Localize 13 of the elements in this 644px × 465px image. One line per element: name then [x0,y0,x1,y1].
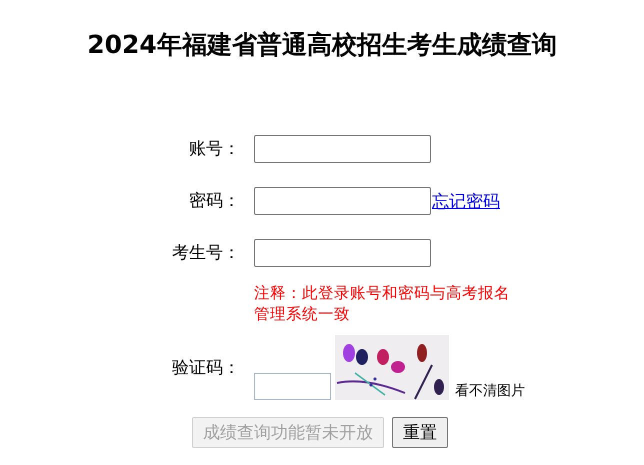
input-field[interactable] [254,187,431,215]
forgot-password-link[interactable]: 忘记密码 [432,190,500,212]
field-label: 密码： [189,190,240,212]
input-field[interactable] [254,135,431,163]
input-field[interactable] [254,239,431,267]
reset-button[interactable]: 重置 [392,417,448,448]
field-label: 验证码： [172,356,240,378]
field-label: 账号： [189,138,240,160]
page-title: 2024年福建省普通高校招生考生成绩查询 [86,29,558,61]
refresh-captcha-link[interactable]: 看不清图片 [455,382,525,400]
note-text: 注释：此登录账号和密码与高考报名管理系统一致 [254,283,511,325]
captcha-field[interactable] [254,373,331,400]
field-label: 考生号： [172,242,240,264]
